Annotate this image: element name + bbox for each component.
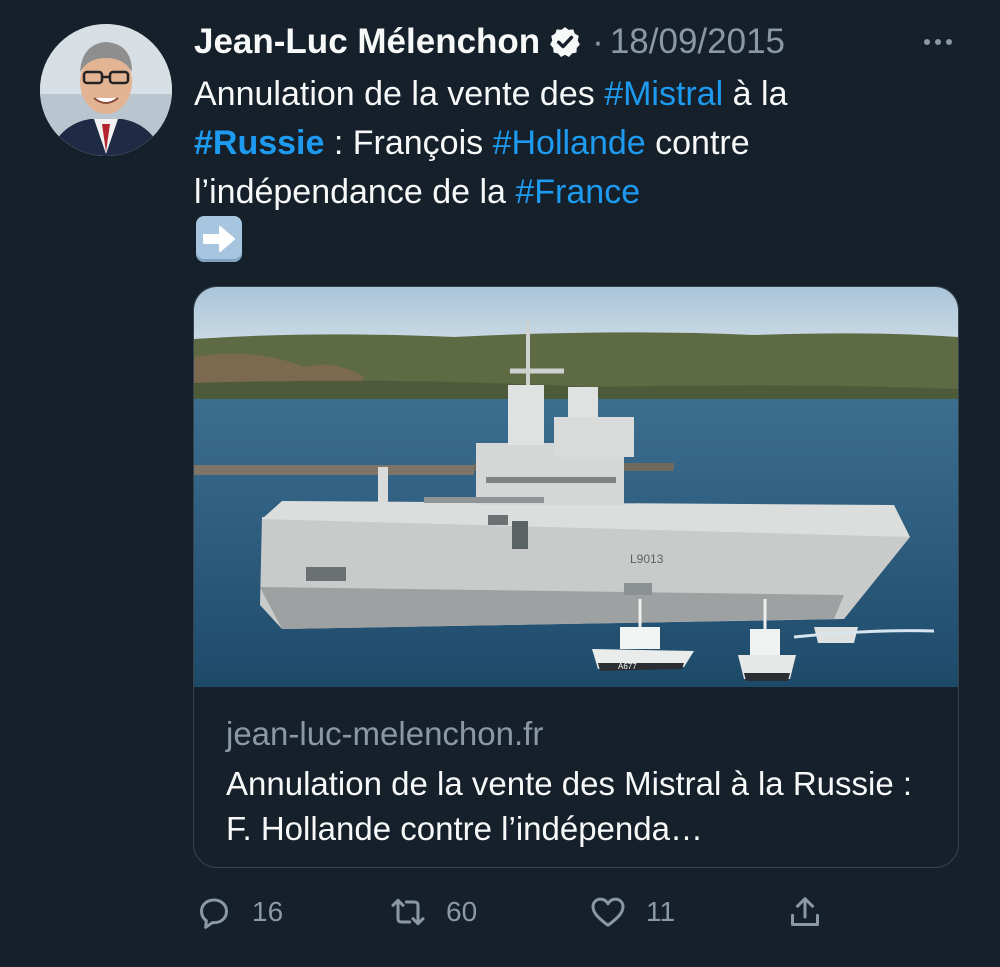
tweet-actions: 16 60 11 xyxy=(0,888,1000,936)
card-image: L9013 A677 xyxy=(194,287,958,687)
tweet-text: Annulation de la vente des #Mistral à la… xyxy=(194,70,954,217)
share-icon xyxy=(791,897,819,926)
hashtag-france[interactable]: #France xyxy=(515,173,640,211)
verified-badge-icon xyxy=(548,25,582,59)
tug-number-text: A677 xyxy=(618,662,637,671)
retweet-icon xyxy=(391,898,425,926)
avatar-image xyxy=(40,24,172,156)
card-title: Annulation de la vente des Mistral à la … xyxy=(226,765,913,847)
link-preview-card[interactable]: L9013 A677 jean-luc-melenchon.fr Annulat… xyxy=(193,286,959,868)
hashtag-russie[interactable]: #Russie xyxy=(194,124,324,162)
arrow-right-emoji xyxy=(196,216,242,262)
reply-icon xyxy=(200,898,228,929)
retweet-count: 60 xyxy=(446,896,478,927)
like-count: 11 xyxy=(646,896,676,927)
hashtag-hollande[interactable]: #Hollande xyxy=(493,124,646,162)
hull-number-text: L9013 xyxy=(630,552,664,566)
author-name[interactable]: Jean-Luc Mélenchon xyxy=(194,22,540,62)
more-options-button[interactable] xyxy=(916,24,960,60)
like-icon xyxy=(591,897,625,927)
more-icon xyxy=(924,39,930,45)
more-icon-dot xyxy=(935,39,941,45)
more-icon-dot xyxy=(946,39,952,45)
reply-button[interactable]: 16 xyxy=(194,888,283,936)
share-button[interactable] xyxy=(785,888,825,936)
header-separator: · xyxy=(592,22,604,61)
card-domain: jean-luc-melenchon.fr xyxy=(226,715,544,752)
text-part: : François xyxy=(324,124,493,162)
author-avatar[interactable] xyxy=(40,24,172,156)
retweet-button[interactable]: 60 xyxy=(388,888,477,936)
hashtag-mistral[interactable]: #Mistral xyxy=(604,75,723,113)
reply-count: 16 xyxy=(252,896,284,927)
tweet-date[interactable]: 18/09/2015 xyxy=(610,22,785,62)
tweet-header: Jean-Luc Mélenchon · 18/09/2015 xyxy=(194,18,960,66)
text-part: Annulation de la vente des xyxy=(194,75,605,113)
like-button[interactable]: 11 xyxy=(588,888,675,936)
text-part: à la xyxy=(723,75,788,113)
